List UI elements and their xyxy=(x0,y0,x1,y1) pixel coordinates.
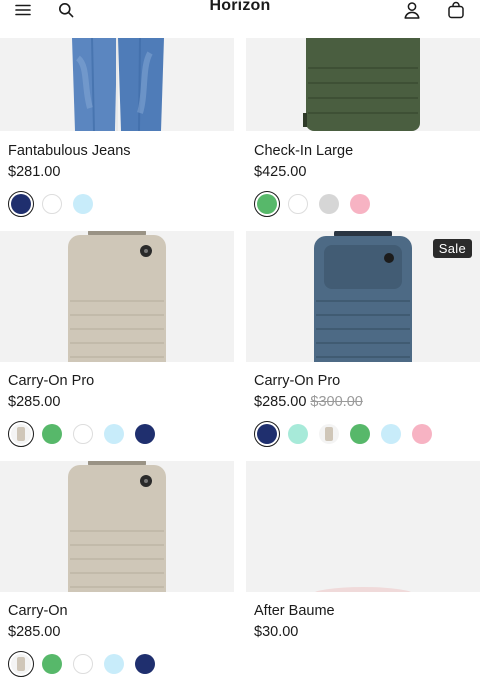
product-title[interactable]: Fantabulous Jeans xyxy=(8,143,131,159)
swatch-light-blue[interactable] xyxy=(101,421,127,447)
swatch-navy[interactable] xyxy=(132,651,158,677)
color-swatches xyxy=(8,190,96,218)
swatch-pink[interactable] xyxy=(347,191,373,217)
product-price: $285.00 xyxy=(8,394,61,410)
account-icon[interactable] xyxy=(400,0,424,20)
swatch-navy[interactable] xyxy=(8,191,34,217)
color-swatches xyxy=(8,650,158,678)
sale-price: $285.00 xyxy=(254,394,307,410)
site-header: Horizon xyxy=(0,0,480,38)
swatch-white[interactable] xyxy=(39,191,65,217)
swatch-white[interactable] xyxy=(70,651,96,677)
product-price: $281.00 xyxy=(8,164,61,180)
product-image-jeans[interactable] xyxy=(0,38,234,131)
swatch-navy[interactable] xyxy=(132,421,158,447)
product-price: $285.00 xyxy=(8,624,61,640)
product-price: $285.00 $300.00 xyxy=(254,394,363,410)
swatch-light-blue[interactable] xyxy=(101,651,127,677)
swatch-pink[interactable] xyxy=(409,421,435,447)
product-image-suitcase-blue[interactable]: Sale xyxy=(246,231,480,362)
product-title[interactable]: Check-In Large xyxy=(254,143,353,159)
swatch-green[interactable] xyxy=(39,651,65,677)
color-swatches xyxy=(8,420,158,448)
swatch-white[interactable] xyxy=(70,421,96,447)
swatch-light-blue[interactable] xyxy=(70,191,96,217)
product-image-suitcase-green[interactable] xyxy=(246,38,480,131)
swatch-beige-thumbnail[interactable] xyxy=(316,421,342,447)
product-price: $425.00 xyxy=(254,164,307,180)
swatch-gray[interactable] xyxy=(316,191,342,217)
swatch-white[interactable] xyxy=(285,191,311,217)
product-title[interactable]: Carry-On Pro xyxy=(8,373,94,389)
color-swatches xyxy=(254,420,435,448)
swatch-green[interactable] xyxy=(254,191,280,217)
product-title[interactable]: Carry-On xyxy=(8,603,68,619)
product-title[interactable]: Carry-On Pro xyxy=(254,373,340,389)
sale-badge: Sale xyxy=(432,239,472,258)
swatch-green[interactable] xyxy=(347,421,373,447)
product-image-suitcase-beige[interactable] xyxy=(0,461,234,592)
product-image-after-baume[interactable] xyxy=(246,461,480,592)
swatch-beige-thumbnail[interactable] xyxy=(8,651,34,677)
compare-at-price: $300.00 xyxy=(310,394,363,410)
product-title[interactable]: After Baume xyxy=(254,603,335,619)
swatch-navy[interactable] xyxy=(254,421,280,447)
color-swatches xyxy=(254,190,373,218)
product-price: $30.00 xyxy=(254,624,299,640)
swatch-green[interactable] xyxy=(39,421,65,447)
swatch-mint[interactable] xyxy=(285,421,311,447)
cart-icon[interactable] xyxy=(444,0,468,20)
product-image-suitcase-beige[interactable] xyxy=(0,231,234,362)
swatch-light-blue[interactable] xyxy=(378,421,404,447)
swatch-beige-thumbnail[interactable] xyxy=(8,421,34,447)
